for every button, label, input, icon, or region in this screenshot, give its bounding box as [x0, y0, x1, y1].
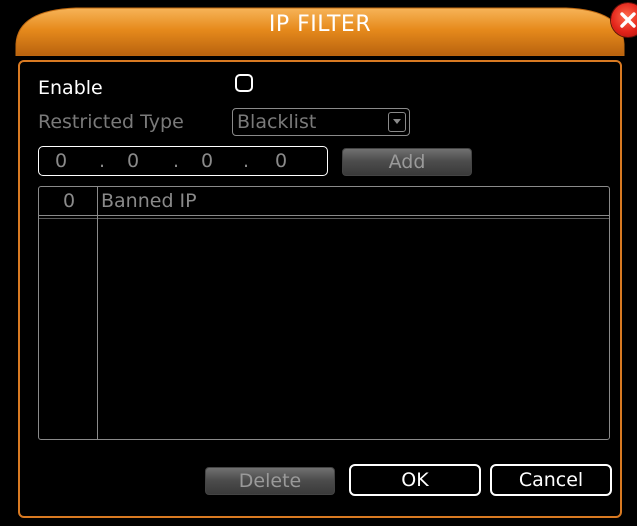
banned-ip-table: 0 Banned IP	[38, 186, 610, 440]
table-header-index: 0	[63, 190, 76, 212]
ip-filter-window: IP FILTER Enable Restricted Type Blackli…	[0, 0, 637, 526]
ip-octet-3[interactable]: 0	[201, 149, 213, 173]
dialog-title: IP FILTER	[268, 12, 372, 37]
ok-button[interactable]: OK	[349, 464, 481, 496]
restricted-type-value: Blacklist	[237, 111, 317, 133]
table-header-divider-inner	[39, 218, 609, 219]
delete-button[interactable]: Delete	[205, 467, 335, 495]
ip-separator: .	[173, 150, 180, 172]
cancel-button[interactable]: Cancel	[490, 464, 612, 496]
enable-checkbox[interactable]	[235, 74, 253, 92]
close-icon	[620, 12, 636, 28]
dropdown-button[interactable]	[388, 112, 406, 132]
enable-label: Enable	[38, 77, 103, 99]
table-header-banned-ip: Banned IP	[101, 190, 197, 212]
ip-separator: .	[99, 150, 106, 172]
ip-separator: .	[243, 150, 250, 172]
table-column-divider	[97, 187, 98, 439]
table-header-divider	[39, 215, 609, 216]
close-button[interactable]	[611, 3, 637, 37]
add-button[interactable]: Add	[342, 148, 472, 176]
restricted-type-select[interactable]: Blacklist	[232, 108, 410, 136]
ip-address-input[interactable]: 0 . 0 . 0 . 0	[38, 146, 328, 176]
restricted-type-label: Restricted Type	[38, 111, 184, 133]
ip-octet-1[interactable]: 0	[55, 149, 67, 173]
ip-octet-2[interactable]: 0	[127, 149, 139, 173]
chevron-down-icon	[393, 119, 401, 124]
ip-octet-4[interactable]: 0	[275, 149, 287, 173]
